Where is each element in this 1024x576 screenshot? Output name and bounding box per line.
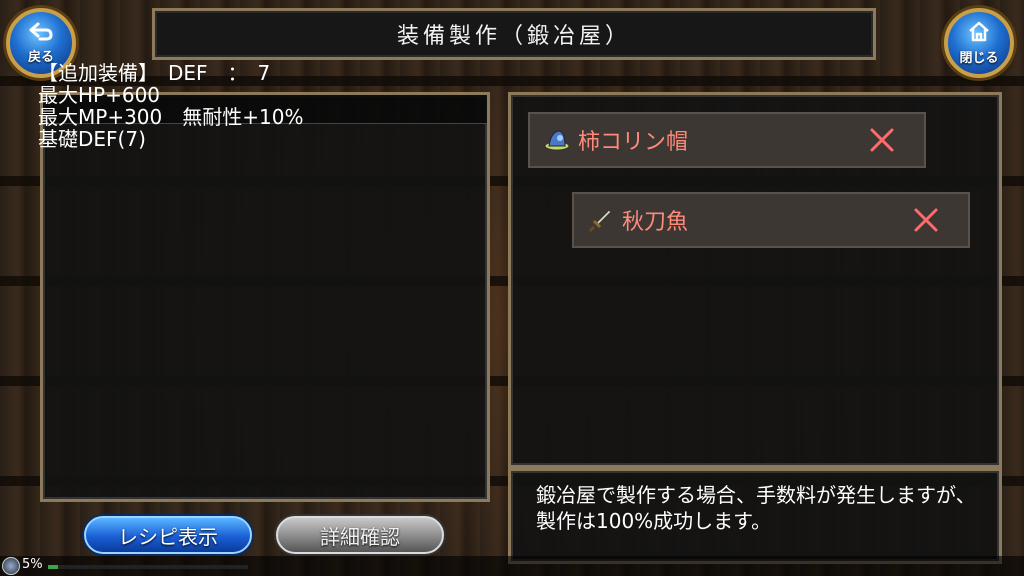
remove-icon[interactable]: [862, 120, 902, 160]
recipe-button[interactable]: レシピ表示: [84, 516, 252, 554]
equipment-description: 【追加装備】 DEF ： 7 最大HP+600 最大MP+300 無耐性+10%…: [38, 61, 304, 151]
equipment-info-panel: [40, 92, 490, 502]
material-item[interactable]: 柿コリン帽: [528, 112, 926, 168]
page-title: 装備製作（鍛冶屋）: [396, 24, 631, 49]
progress-bar: [48, 565, 248, 569]
hat-icon: [542, 125, 572, 155]
detail-button[interactable]: 詳細確認: [276, 516, 444, 554]
close-label: 閉じる: [959, 51, 999, 66]
title-bar: 装備製作（鍛冶屋）: [152, 8, 876, 60]
sword-icon: [586, 205, 616, 235]
home-icon: [967, 20, 991, 47]
close-button[interactable]: 閉じる: [944, 8, 1014, 78]
info-message: 鍛冶屋で製作する場合、手数料が発生しますが、製作は100%成功します。: [536, 483, 976, 533]
progress-bar-fill: [48, 565, 58, 569]
material-name: 秋刀魚: [622, 210, 689, 235]
material-name: 柿コリン帽: [578, 130, 689, 155]
gauge-icon: [2, 557, 20, 575]
status-bar: 5%: [0, 556, 1024, 576]
back-arrow-icon: [28, 21, 54, 46]
remove-icon[interactable]: [906, 200, 946, 240]
status-percent: 5%: [22, 557, 43, 572]
material-item[interactable]: 秋刀魚: [572, 192, 970, 248]
